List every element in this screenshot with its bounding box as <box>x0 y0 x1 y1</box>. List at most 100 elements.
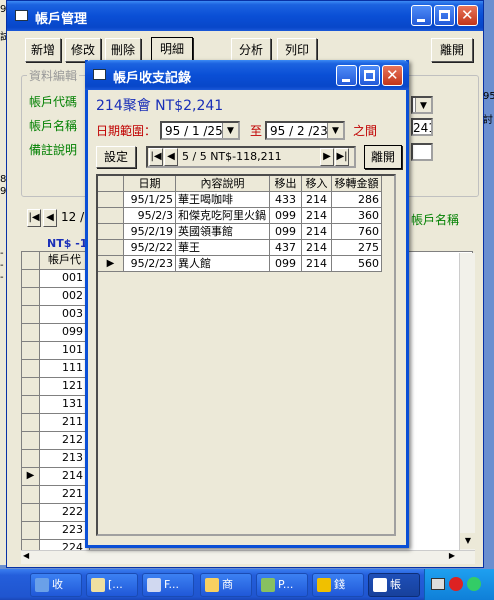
scroll-down-icon[interactable]: ▼ <box>460 533 476 549</box>
delete-button[interactable]: 刪除 <box>105 38 141 62</box>
grid-row-indicator[interactable] <box>22 324 40 342</box>
ledger-cell-amount[interactable]: 275 <box>332 240 382 256</box>
ledger-cell-in[interactable]: 214 <box>302 208 332 224</box>
grid-code-cell[interactable]: 111 <box>40 360 90 378</box>
dialog-last-button[interactable]: ▶| <box>335 148 349 166</box>
edit-button[interactable]: 修改 <box>65 38 101 62</box>
grid-code-cell[interactable]: 223 <box>40 522 90 540</box>
taskbar-item[interactable]: [... <box>86 573 138 597</box>
ledger-row-indicator[interactable]: ▶ <box>98 256 124 272</box>
grid-row-indicator[interactable] <box>22 504 40 522</box>
ledger-cell-date[interactable]: 95/1/25 <box>124 192 176 208</box>
grid-code-cell[interactable]: 211 <box>40 414 90 432</box>
ledger-cell-desc[interactable]: 異人館 <box>176 256 270 272</box>
ledger-row-indicator[interactable] <box>98 192 124 208</box>
main-vscroll[interactable]: ▼ <box>459 253 476 551</box>
grid-code-cell[interactable]: 214 <box>40 468 90 486</box>
dialog-close-button[interactable]: ✕ <box>382 65 403 86</box>
ledger-row-indicator[interactable] <box>98 208 124 224</box>
ledger-cell-date[interactable]: 95/2/22 <box>124 240 176 256</box>
right-dropdown[interactable]: ▼ <box>411 96 433 114</box>
taskbar-item[interactable]: 商 <box>200 573 252 597</box>
grid-row-indicator[interactable] <box>22 450 40 468</box>
dialog-maximize-button[interactable] <box>359 65 380 86</box>
grid-row-indicator[interactable] <box>22 342 40 360</box>
ledger-cell-desc[interactable]: 華王喝咖啡 <box>176 192 270 208</box>
ledger-cell-desc[interactable]: 和傑克吃阿里火鍋 <box>176 208 270 224</box>
ledger-row-indicator[interactable] <box>98 240 124 256</box>
analysis-button[interactable]: 分析 <box>231 38 271 62</box>
close-button[interactable]: ✕ <box>457 5 478 26</box>
dialog-leave-button[interactable]: 離開 <box>364 145 402 169</box>
ledger-cell-out[interactable]: 099 <box>270 224 302 240</box>
dialog-title-bar[interactable]: 帳戶收支記錄 ✕ <box>85 60 409 90</box>
grid-code-cell[interactable]: 003 <box>40 306 90 324</box>
grid-row-indicator[interactable] <box>22 288 40 306</box>
grid-code-cell[interactable]: 121 <box>40 378 90 396</box>
ledger-cell-out[interactable]: 437 <box>270 240 302 256</box>
grid-code-cell[interactable]: 001 <box>40 270 90 288</box>
grid-code-cell[interactable]: 131 <box>40 396 90 414</box>
ledger-cell-desc[interactable]: 英國領事館 <box>176 224 270 240</box>
ledger-cell-amount[interactable]: 560 <box>332 256 382 272</box>
grid-row-indicator[interactable] <box>22 414 40 432</box>
main-title-bar[interactable]: 帳戶管理 ✕ <box>7 1 483 31</box>
taskbar-item[interactable]: 帳 <box>368 573 420 597</box>
ledger-cell-in[interactable]: 214 <box>302 256 332 272</box>
print-button[interactable]: 列印 <box>277 38 317 62</box>
taskbar-item[interactable]: F... <box>142 573 194 597</box>
grid-code-cell[interactable]: 221 <box>40 486 90 504</box>
ledger-cell-out[interactable]: 433 <box>270 192 302 208</box>
grid-code-cell[interactable]: 101 <box>40 342 90 360</box>
grid-code-cell[interactable]: 002 <box>40 288 90 306</box>
ledger-cell-date[interactable]: 95/2/3 <box>124 208 176 224</box>
grid-code-cell[interactable]: 212 <box>40 432 90 450</box>
ledger-grid[interactable]: 日期 內容說明 移出 移入 移轉金額 95/1/25 華王喝咖啡 433 214 286 95/2/… <box>96 174 396 536</box>
main-hscroll[interactable]: ◀ ▶ <box>21 550 475 564</box>
note-field[interactable] <box>411 143 433 161</box>
grid-code-cell[interactable]: 099 <box>40 324 90 342</box>
ledger-cell-in[interactable]: 214 <box>302 192 332 208</box>
taskbar-item[interactable]: 錢 <box>312 573 364 597</box>
scroll-right-icon[interactable]: ▶ <box>449 551 455 560</box>
date-from-picker[interactable]: 95 / 1 /25 ▼ <box>160 121 240 140</box>
grid-row-indicator[interactable] <box>22 270 40 288</box>
dialog-next-button[interactable]: ▶ <box>320 148 334 166</box>
scroll-left-icon[interactable]: ◀ <box>23 551 29 560</box>
settings-button[interactable]: 設定 <box>96 146 136 168</box>
ledger-cell-date[interactable]: 95/2/19 <box>124 224 176 240</box>
grid-row-indicator[interactable] <box>22 306 40 324</box>
ledger-cell-out[interactable]: 099 <box>270 208 302 224</box>
grid-row-indicator[interactable] <box>22 486 40 504</box>
ledger-cell-out[interactable]: 099 <box>270 256 302 272</box>
date-to-picker[interactable]: 95 / 2 /23 ▼ <box>265 121 345 140</box>
ledger-cell-in[interactable]: 214 <box>302 240 332 256</box>
taskbar-item[interactable]: 收 <box>30 573 82 597</box>
maximize-button[interactable] <box>434 5 455 26</box>
grid-code-cell[interactable]: 213 <box>40 450 90 468</box>
grid-code-cell[interactable]: 222 <box>40 504 90 522</box>
right-value-field[interactable]: 241 <box>411 118 433 136</box>
grid-row-indicator[interactable] <box>22 432 40 450</box>
tray-icon[interactable] <box>431 578 445 590</box>
ledger-cell-amount[interactable]: 286 <box>332 192 382 208</box>
network-icon[interactable] <box>467 577 481 591</box>
ledger-row-indicator[interactable] <box>98 224 124 240</box>
add-button[interactable]: 新增 <box>25 38 61 62</box>
shield-icon[interactable] <box>449 577 463 591</box>
ledger-cell-desc[interactable]: 華王 <box>176 240 270 256</box>
leave-main-button[interactable]: 離開 <box>431 38 473 62</box>
dialog-prev-button[interactable]: ◀ <box>164 148 178 166</box>
grid-row-indicator[interactable]: ▶ <box>22 468 40 486</box>
ledger-cell-in[interactable]: 214 <box>302 224 332 240</box>
taskbar-item[interactable]: P... <box>256 573 308 597</box>
grid-row-indicator[interactable] <box>22 378 40 396</box>
prev-record-button[interactable]: ◀ <box>43 209 57 227</box>
grid-row-indicator[interactable] <box>22 522 40 540</box>
dialog-first-button[interactable]: |◀ <box>149 148 163 166</box>
first-record-button[interactable]: |◀ <box>27 209 41 227</box>
ledger-cell-amount[interactable]: 360 <box>332 208 382 224</box>
dialog-minimize-button[interactable] <box>336 65 357 86</box>
minimize-button[interactable] <box>411 5 432 26</box>
ledger-cell-date[interactable]: 95/2/23 <box>124 256 176 272</box>
